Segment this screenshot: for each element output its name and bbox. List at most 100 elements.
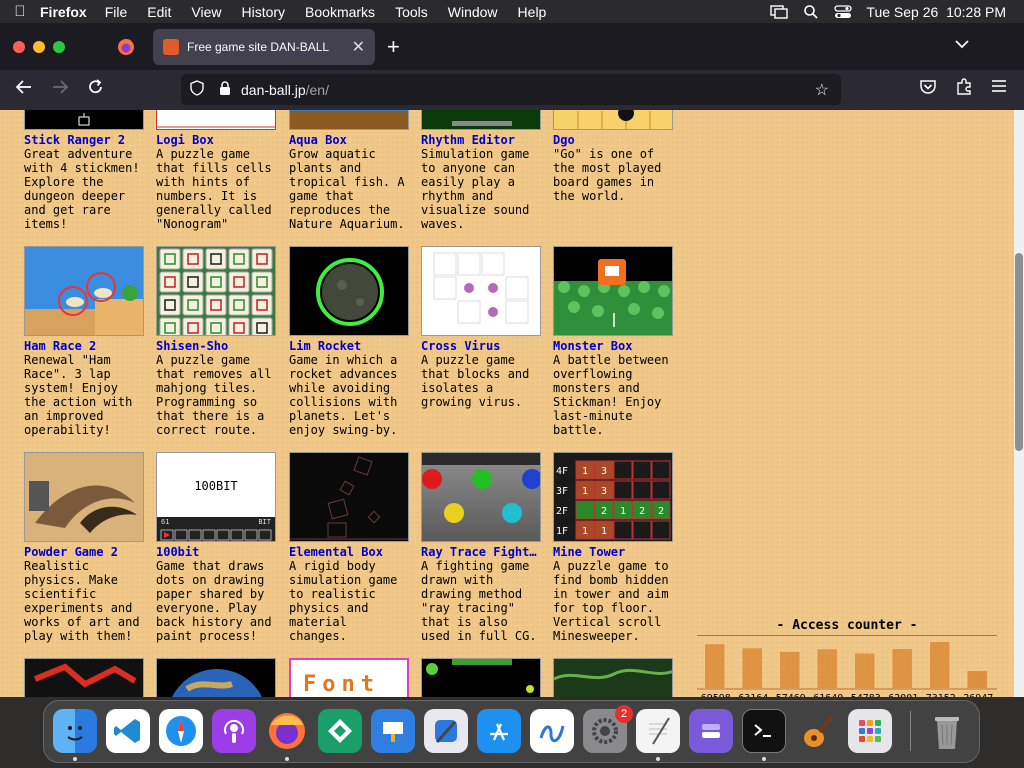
stack-icon[interactable] [689,709,733,753]
control-center-icon[interactable] [834,4,853,19]
game-title-link[interactable]: Ham Race 2 [24,339,144,353]
game-card-ham-race-2[interactable]: Ham Race 2 Renewal "Ham Race". 3 lap sys… [24,246,144,437]
back-button[interactable] [15,78,33,101]
menu-tools[interactable]: Tools [395,4,428,20]
game-title-link[interactable]: 100bit [156,545,276,559]
shisen-sho-thumbnail[interactable] [156,246,276,336]
game-card-powder-game-2[interactable]: Powder Game 2 Realistic physics. Make sc… [24,452,144,643]
safari-icon[interactable] [159,709,203,753]
game-title-link[interactable]: Shisen-Sho [156,339,276,353]
freeform-icon[interactable] [530,709,574,753]
close-tab-icon[interactable]: ✕ [352,37,365,57]
active-tab[interactable]: Free game site DAN-BALL ✕ [153,29,375,65]
game-title-link[interactable]: Ray Trace Fight… [421,545,541,559]
game-card-shisen-sho[interactable]: Shisen-Sho A puzzle game that removes al… [156,246,276,437]
elemental-box-thumbnail[interactable] [289,452,409,542]
game-title-link[interactable]: Logi Box [156,133,276,147]
cross-virus-thumbnail[interactable] [421,246,541,336]
game-title-link[interactable]: Elemental Box [289,545,409,559]
menu-bar-clock[interactable]: Tue Sep 26 10:28 PM [866,4,1006,20]
terrain-thumbnail[interactable] [553,658,673,697]
game-title-link[interactable]: Dgo [553,133,673,147]
menu-help[interactable]: Help [518,4,547,20]
game-title-link[interactable]: Aqua Box [289,133,409,147]
close-window-button[interactable] [13,41,25,53]
game-card-earth[interactable] [156,658,276,697]
game-title-link[interactable]: Monster Box [553,339,673,353]
rhythm-editor-thumbnail[interactable] [421,110,541,130]
address-bar[interactable]: dan-ball.jp /en/ ☆ [181,74,841,105]
menu-window[interactable]: Window [448,4,498,20]
ham-race-2-thumbnail[interactable] [24,246,144,336]
game-card-green-game[interactable] [421,658,541,697]
game-card-cross-virus[interactable]: Cross Virus A puzzle game that blocks an… [421,246,541,409]
ray-trace-fight-thumbnail[interactable] [421,452,541,542]
monster-box-thumbnail[interactable] [553,246,673,336]
game-card-aqua-box[interactable]: Aqua Box Grow aquatic plants and tropica… [289,110,409,231]
spotlight-search-icon[interactable] [802,4,820,19]
100bit-thumbnail[interactable]: 100BIT 61 BIT [156,452,276,542]
game-card-logi-box[interactable]: Logi Box A puzzle game that fills cells … [156,110,276,231]
game-card-mine-tower[interactable]: 4F 3F 2F 1F 1 3 1 3 2 1 2 2 1 1 Mine Tower A puzzle g… [553,452,673,643]
game-card-monster-box[interactable]: Monster Box A battle between overflowing… [553,246,673,437]
new-tab-button[interactable]: + [387,34,400,60]
game-card-dgo[interactable]: Dgo "Go" is one of the most played board… [553,110,673,203]
game-title-link[interactable]: Rhythm Editor [421,133,541,147]
dgo-thumbnail[interactable] [553,110,673,130]
game-title-link[interactable]: Mine Tower [553,545,673,559]
reload-icon[interactable] [87,78,105,101]
list-all-tabs-icon[interactable] [955,36,969,52]
logi-box-thumbnail[interactable] [156,110,276,130]
app-menu-hamburger-icon[interactable] [991,78,1007,99]
game-card-ray-trace-fight[interactable]: Ray Trace Fight… A fighting game drawn w… [421,452,541,643]
stick-ranger-2-thumbnail[interactable] [24,110,144,130]
keynote-icon[interactable] [371,709,415,753]
site-lock-icon[interactable] [217,80,235,99]
menu-edit[interactable]: Edit [147,4,171,20]
vscode-icon[interactable] [106,709,150,753]
scrollbar-thumb[interactable] [1015,253,1023,451]
tracking-protection-shield-icon[interactable] [189,80,207,99]
game-card-lim-rocket[interactable]: Lim Rocket Game in which a rocket advanc… [289,246,409,437]
menu-history[interactable]: History [241,4,285,20]
forward-button[interactable] [51,78,69,101]
game-title-link[interactable]: Powder Game 2 [24,545,144,559]
game-title-link[interactable]: Lim Rocket [289,339,409,353]
trash-icon[interactable] [925,709,969,753]
game-title-link[interactable]: Cross Virus [421,339,541,353]
apple-menu-icon[interactable]:  [0,3,40,20]
app-store-icon[interactable] [477,709,521,753]
firefox-dock-icon[interactable] [265,709,309,753]
menu-app-name[interactable]: Firefox [40,4,87,20]
launchpad-icon[interactable] [848,709,892,753]
game-card-rhythm-editor[interactable]: Rhythm Editor Simulation game to anyone … [421,110,541,231]
extensions-icon[interactable] [955,78,973,101]
zoom-window-button[interactable] [53,41,65,53]
firefox-view-icon[interactable] [117,38,135,61]
game-card-100bit[interactable]: 100BIT 61 BIT 100bit Game that draws dot… [156,452,276,643]
aqua-box-thumbnail[interactable] [289,110,409,130]
screen-mirroring-icon[interactable] [770,4,789,19]
xcode-icon[interactable] [424,709,468,753]
game-card-font[interactable]: Font [289,658,409,697]
pocket-icon[interactable] [919,78,937,101]
tailscale-icon[interactable] [318,709,362,753]
page-scrollbar[interactable] [1014,110,1024,697]
game-card-elemental-box[interactable]: Elemental Box A rigid body simulation ga… [289,452,409,643]
font-thumbnail[interactable]: Font [289,658,409,697]
lim-rocket-thumbnail[interactable] [289,246,409,336]
menu-view[interactable]: View [191,4,221,20]
powder-game-2-thumbnail[interactable] [24,452,144,542]
earth-thumbnail[interactable] [156,658,276,697]
minimize-window-button[interactable] [33,41,45,53]
bou-ranger-thumbnail[interactable] [24,658,144,697]
bookmark-star-icon[interactable]: ☆ [815,80,829,100]
menu-file[interactable]: File [105,4,128,20]
game-card-bou-ranger[interactable] [24,658,144,697]
game-card-terrain[interactable] [553,658,673,697]
menu-bookmarks[interactable]: Bookmarks [305,4,375,20]
mine-tower-thumbnail[interactable]: 4F 3F 2F 1F 1 3 1 3 2 1 2 2 1 1 [553,452,673,542]
garageband-icon[interactable] [795,709,839,753]
textedit-icon[interactable] [636,709,680,753]
green-game-thumbnail[interactable] [421,658,541,697]
